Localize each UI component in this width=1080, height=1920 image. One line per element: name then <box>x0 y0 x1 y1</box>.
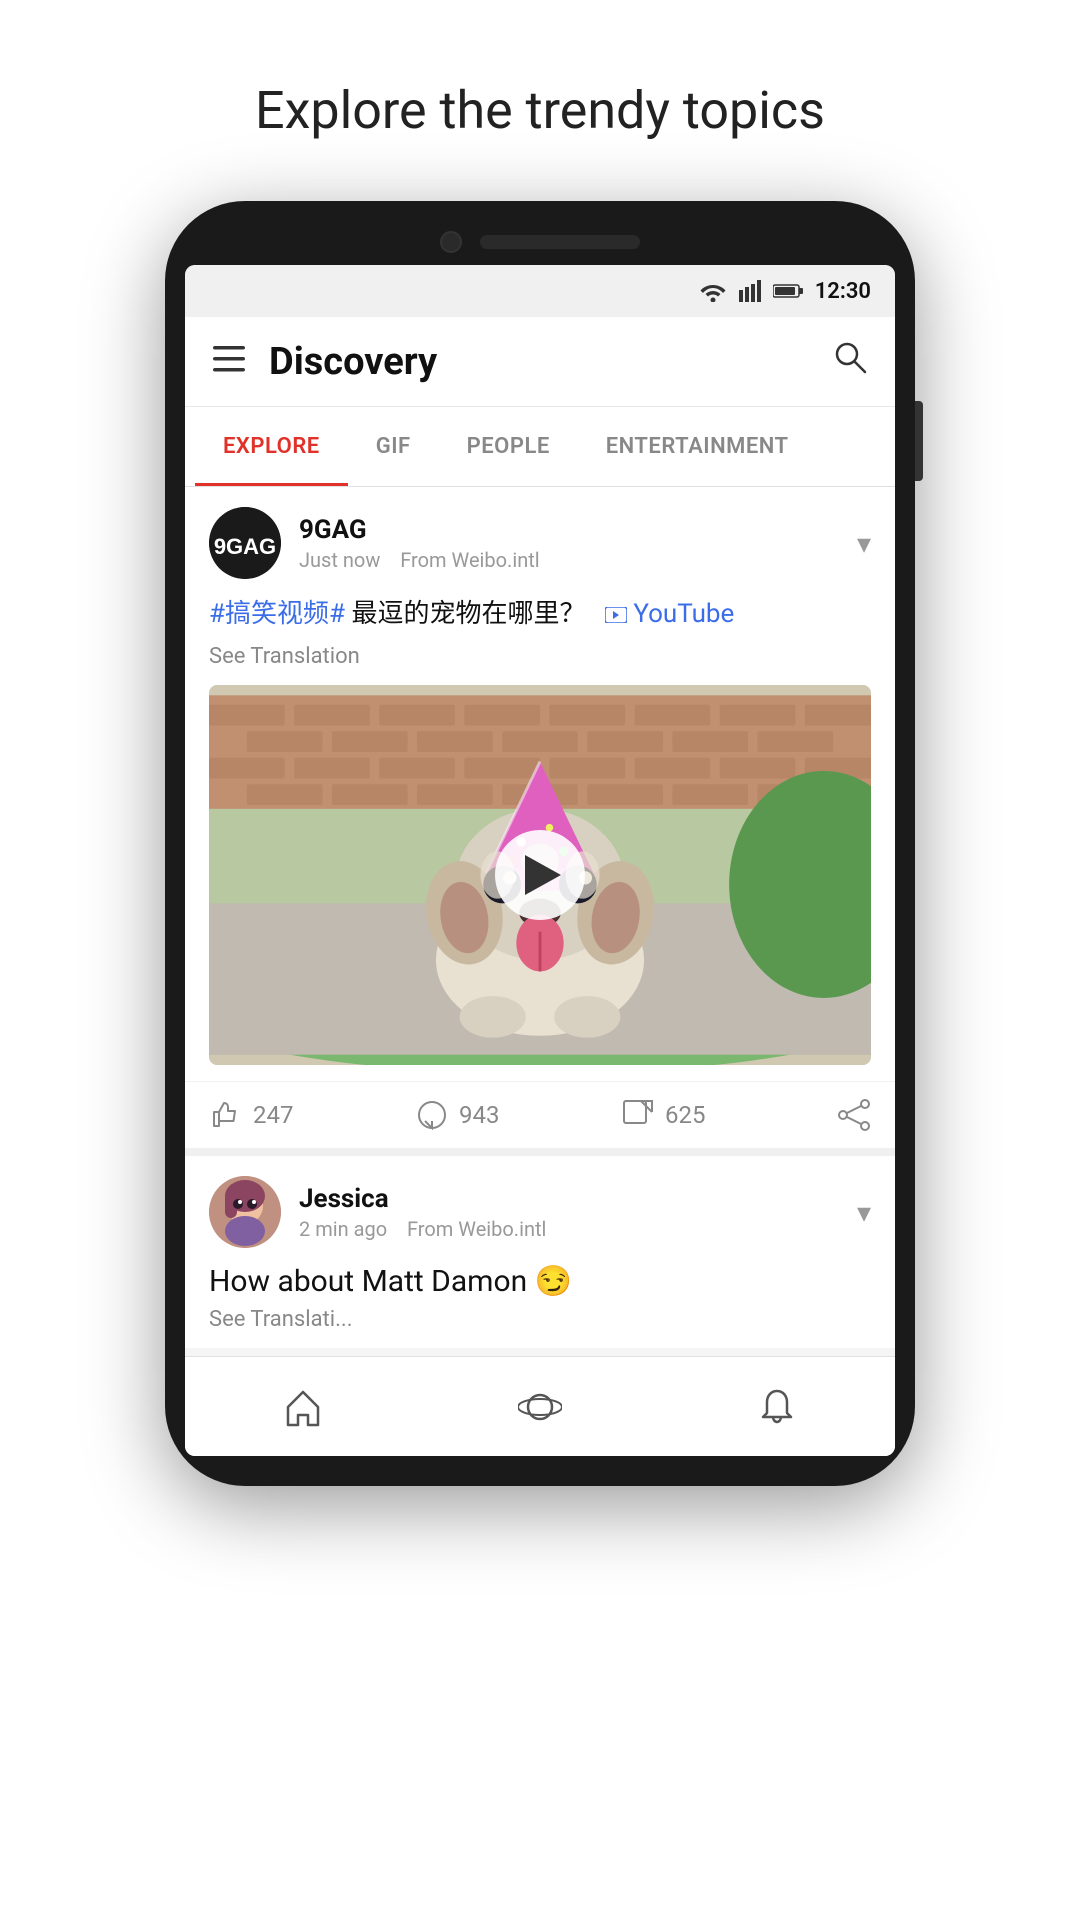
post-meta: 9GAG Just now From Weibo.intl <box>299 515 857 572</box>
hashtag-link[interactable]: #搞笑视频# <box>209 599 345 629</box>
like-action[interactable]: 247 <box>209 1098 415 1132</box>
see-translation-2[interactable]: See Translati... <box>209 1307 871 1332</box>
see-translation[interactable]: See Translation <box>209 644 871 669</box>
repost-action[interactable]: 625 <box>621 1098 827 1132</box>
chevron-down-icon[interactable]: ▾ <box>857 527 871 560</box>
post-emoji: 😏 <box>535 1264 572 1299</box>
nav-notifications[interactable] <box>658 1357 895 1456</box>
tab-explore[interactable]: EXPLORE <box>195 407 348 486</box>
bell-icon <box>757 1387 797 1427</box>
status-bar: 12:30 <box>185 265 895 317</box>
phone-shell: 12:30 Discovery EXPLORE GIF <box>165 201 915 1486</box>
bottom-nav <box>185 1356 895 1456</box>
avatar: 9GAG <box>209 507 281 579</box>
comment-icon <box>415 1098 449 1132</box>
comment-action[interactable]: 943 <box>415 1098 621 1132</box>
nav-home[interactable] <box>185 1357 422 1456</box>
video-icon <box>605 607 627 623</box>
post-subtitle-2: 2 min ago From Weibo.intl <box>299 1217 857 1241</box>
phone-top-bar <box>185 231 895 253</box>
wifi-icon <box>699 280 727 302</box>
app-title: Discovery <box>269 340 833 384</box>
tab-entertainment[interactable]: ENTERTAINMENT <box>578 407 817 486</box>
post-card-2: Jessica 2 min ago From Weibo.intl ▾ How … <box>185 1156 895 1348</box>
nav-discover[interactable] <box>422 1357 659 1456</box>
share-action[interactable] <box>827 1098 871 1132</box>
menu-icon[interactable] <box>213 346 245 377</box>
svg-text:9GAG: 9GAG <box>214 534 276 559</box>
avatar-jessica <box>209 1176 281 1248</box>
post-author-2: Jessica <box>299 1184 857 1214</box>
post-text: #搞笑视频# 最逗的宠物在哪里？ YouTube <box>209 595 871 634</box>
feed: 9GAG 9GAG Just now From Weibo.intl ▾ <box>185 487 895 1348</box>
post-body-2: How about Matt Damon 😏 See Translati... <box>185 1264 895 1348</box>
post-body: #搞笑视频# 最逗的宠物在哪里？ YouTube See Translation <box>185 595 895 685</box>
phone-screen: 12:30 Discovery EXPLORE GIF <box>185 265 895 1456</box>
side-button <box>915 401 923 481</box>
post-text-main: How about Matt Damon 😏 <box>209 1264 871 1299</box>
post-header: 9GAG 9GAG Just now From Weibo.intl ▾ <box>185 487 895 595</box>
video-container[interactable] <box>209 685 871 1065</box>
repost-icon <box>621 1098 655 1132</box>
play-button[interactable] <box>495 830 585 920</box>
home-icon <box>283 1387 323 1427</box>
speaker-grille <box>480 235 640 249</box>
post-subtitle: Just now From Weibo.intl <box>299 548 857 572</box>
app-header: Discovery <box>185 317 895 407</box>
comment-count: 943 <box>459 1101 499 1129</box>
post-author: 9GAG <box>299 515 857 545</box>
post-card: 9GAG 9GAG Just now From Weibo.intl ▾ <box>185 487 895 1148</box>
page-headline: Explore the trendy topics <box>255 80 825 141</box>
signal-icon <box>739 280 761 302</box>
action-bar: 247 943 <box>185 1081 895 1148</box>
post-header-2: Jessica 2 min ago From Weibo.intl ▾ <box>185 1156 895 1264</box>
tab-bar: EXPLORE GIF PEOPLE ENTERTAINMENT <box>185 407 895 487</box>
discover-icon <box>518 1385 562 1429</box>
post-meta-2: Jessica 2 min ago From Weibo.intl <box>299 1184 857 1241</box>
chevron-down-icon-2[interactable]: ▾ <box>857 1196 871 1229</box>
share-icon <box>837 1098 871 1132</box>
like-count: 247 <box>253 1101 293 1129</box>
repost-count: 625 <box>665 1101 705 1129</box>
tab-people[interactable]: PEOPLE <box>439 407 578 486</box>
youtube-link[interactable]: YouTube <box>633 599 734 629</box>
battery-icon <box>773 283 803 299</box>
like-icon <box>209 1098 243 1132</box>
search-icon[interactable] <box>833 340 867 383</box>
play-triangle-icon <box>525 855 561 895</box>
status-time: 12:30 <box>815 279 871 304</box>
camera-dot <box>440 231 462 253</box>
tab-gif[interactable]: GIF <box>348 407 439 486</box>
